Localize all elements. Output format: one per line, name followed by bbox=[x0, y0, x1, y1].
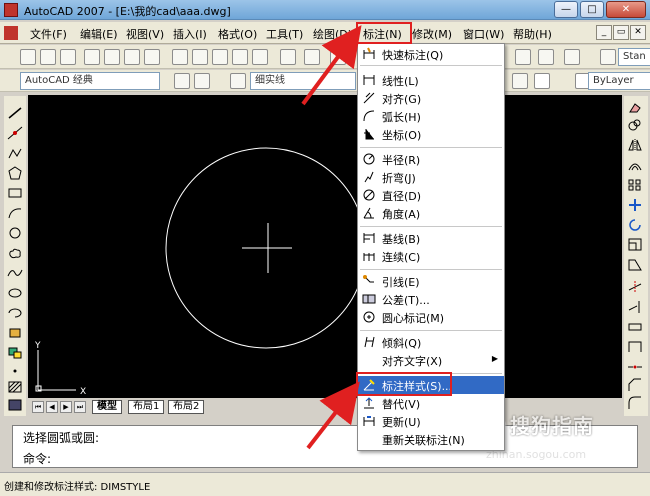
autocad-window: AutoCAD 2007 - [E:\我的cad\aaa.dwg] — □ ✕ … bbox=[0, 0, 650, 496]
annotation-arrows bbox=[301, 25, 362, 450]
arrow-to-dimension-menu bbox=[301, 25, 362, 106]
arrow-to-dimension-style bbox=[306, 381, 360, 450]
